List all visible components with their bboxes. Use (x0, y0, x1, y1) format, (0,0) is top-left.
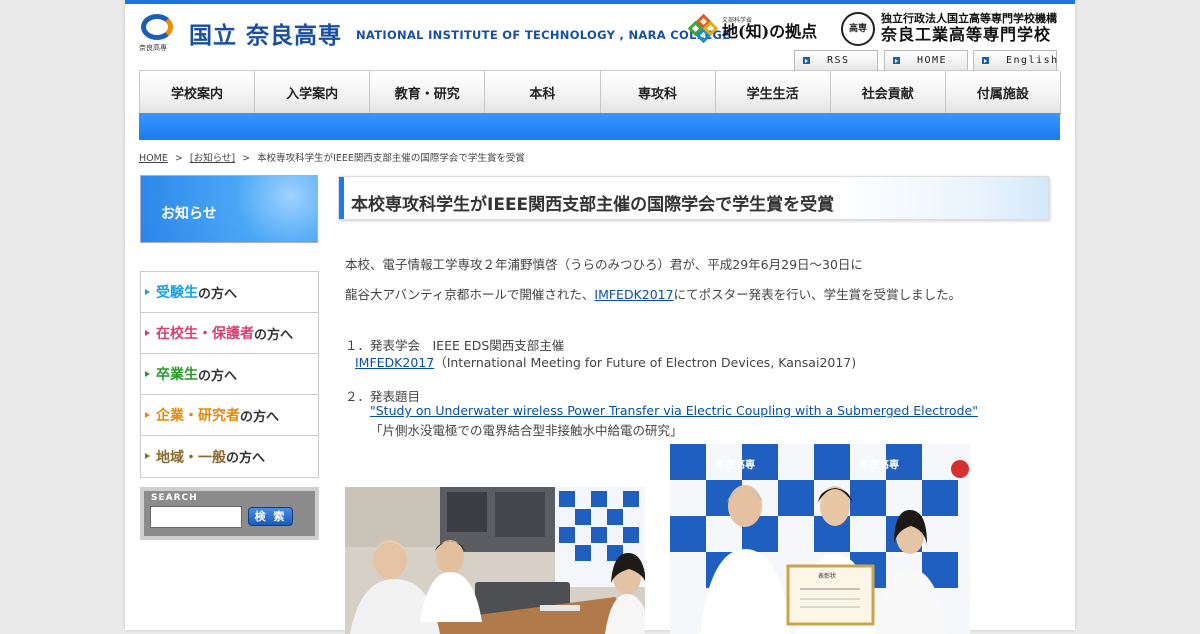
search-button[interactable]: 検 索 (248, 507, 293, 526)
audience-applicants[interactable]: 受験生 の方へ (141, 272, 318, 313)
paper-title-link[interactable]: "Study on Underwater wireless Power Tran… (370, 403, 978, 418)
sidebar-title: お知らせ (161, 206, 217, 222)
sidebar-title-box: お知らせ (140, 175, 318, 243)
imfedk-link-2[interactable]: IMFEDK2017 (355, 355, 434, 370)
school-logo-icon[interactable]: 奈良高専 (139, 14, 177, 52)
imfedk-link[interactable]: IMFEDK2017 (594, 287, 673, 302)
search-label: SEARCH (151, 493, 198, 503)
home-link[interactable]: HOME (884, 50, 968, 70)
coc-title: 地(知)の拠点 (722, 22, 818, 41)
item2-title-jp: 「片側水没電極での電界結合型非接触水中給電の研究」 (370, 423, 683, 438)
breadcrumb-sep: > (174, 153, 183, 164)
breadcrumb-current: 本校専攻科学生がIEEE関西支部主催の国際学会で学生賞を受賞 (257, 153, 525, 164)
arrow-icon (982, 57, 989, 64)
kosen-school-name: 奈良工業高等専門学校 (881, 25, 1052, 45)
kosen-seal-icon: 高専 (841, 12, 875, 46)
article-paragraph-2: 龍谷大アバンティ京都ホールで開催された、IMFEDK2017にてポスター発表を行… (345, 287, 962, 302)
nav-admission[interactable]: 入学案内 (255, 71, 371, 115)
page-container: 奈良高専 国立 奈良高専 NATIONAL INSTITUTE OF TECHN… (125, 0, 1075, 634)
banner-school-name: 奈良高専 (714, 458, 755, 471)
search-input[interactable] (150, 506, 242, 528)
nav-blue-band (139, 113, 1060, 140)
nav-advanced-course[interactable]: 専攻科 (600, 71, 716, 115)
nav-education[interactable]: 教育・研究 (370, 71, 486, 115)
arrow-icon (803, 57, 810, 64)
coc-diamond-icon (687, 13, 719, 44)
article-title: 本校専攻科学生がIEEE関西支部主催の国際学会で学生賞を受賞 (351, 195, 835, 215)
photo-interview (345, 487, 645, 634)
nav-about[interactable]: 学校案内 (140, 71, 256, 115)
audience-menu: 受験生 の方へ 在校生・保護者 の方へ 卒業生 の方へ 企業・研究者 の方へ 地域・一般… (140, 271, 319, 478)
audience-students-parents[interactable]: 在校生・保護者 の方へ (141, 313, 318, 354)
search-box: SEARCH 検 索 (140, 487, 319, 540)
logo-sub-text: 奈良高専 (139, 44, 167, 52)
arrow-icon (893, 57, 900, 64)
breadcrumb-home[interactable]: HOME (139, 153, 168, 164)
breadcrumb-sep: > (242, 153, 251, 164)
breadcrumb-category[interactable]: [お知らせ] (190, 153, 235, 164)
nav-student-life[interactable]: 学生生活 (715, 71, 831, 115)
article-paragraph-1: 本校、電子情報工学専攻２年浦野慎啓（うらのみつひろ）君が、平成29年6月29日～… (345, 257, 863, 272)
nav-community[interactable]: 社会貢献 (830, 71, 946, 115)
coc-logo[interactable]: 文部科学省 地(知)の拠点 (687, 13, 818, 44)
banner-school-name: 奈良高専 (858, 458, 899, 471)
item1-detail: IMFEDK2017（International Meeting for Fut… (355, 355, 857, 370)
english-link[interactable]: English (973, 50, 1057, 70)
breadcrumb: HOME > [お知らせ] > 本校専攻科学生がIEEE関西支部主催の国際学会で… (139, 150, 525, 164)
global-nav: 学校案内 入学案内 教育・研究 本科 専攻科 学生生活 社会貢献 付属施設 (139, 71, 1061, 115)
audience-alumni[interactable]: 卒業生 の方へ (141, 354, 318, 395)
nav-facilities[interactable]: 付属施設 (945, 71, 1061, 115)
nav-regular-course[interactable]: 本科 (485, 71, 601, 115)
photo-award: 奈良高専 奈良高専 表彰状 (670, 444, 970, 634)
school-name-en: NATIONAL INSTITUTE OF TECHNOLOGY , NARA … (356, 28, 731, 42)
certificate-title: 表彰状 (818, 572, 836, 580)
article-title-box: 本校専攻科学生がIEEE関西支部主催の国際学会で学生賞を受賞 (338, 176, 1049, 220)
kosen-logo[interactable]: 高専 独立行政法人国立高等専門学校機構 奈良工業高等専門学校 (841, 12, 1057, 46)
item2-title-en: "Study on Underwater wireless Power Tran… (370, 403, 978, 418)
audience-community[interactable]: 地域・一般 の方へ (141, 436, 318, 477)
school-name-jp[interactable]: 国立 奈良高専 (189, 16, 342, 50)
rss-link[interactable]: RSS (794, 50, 878, 70)
audience-companies-researchers[interactable]: 企業・研究者 の方へ (141, 395, 318, 436)
